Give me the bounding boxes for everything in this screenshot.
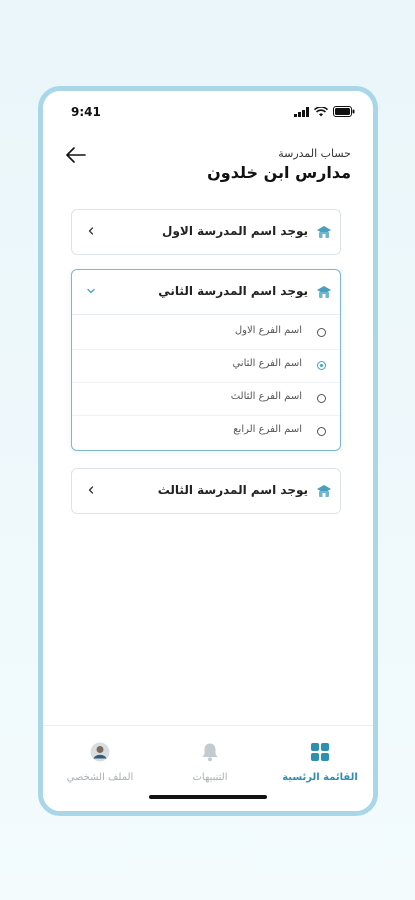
branch-option-2[interactable]: اسم الفرع الثاني bbox=[72, 349, 340, 382]
chevron-left-icon bbox=[88, 227, 94, 235]
status-bar: 9:41 bbox=[43, 101, 373, 121]
bottom-tab-bar: الملف الشخصي التنبيهات القائمة الرئسية bbox=[43, 725, 373, 811]
tab-label: الملف الشخصي bbox=[66, 772, 134, 783]
school-card-header[interactable]: يوجد اسم المدرسة الثاني bbox=[72, 270, 340, 314]
school-name: يوجد اسم المدرسة الثاني bbox=[158, 284, 308, 298]
tab-label: التنبيهات bbox=[192, 772, 228, 783]
branch-list: اسم الفرع الاول اسم الفرع الثاني اسم الف… bbox=[72, 315, 340, 450]
page-header: حساب المدرسة مدارس ابن خلدون bbox=[43, 143, 373, 193]
branch-option-3[interactable]: اسم الفرع الثالث bbox=[72, 382, 340, 415]
school-icon bbox=[317, 485, 331, 497]
avatar-icon bbox=[90, 742, 110, 762]
branch-option-4[interactable]: اسم الفرع الرابع bbox=[72, 415, 340, 448]
school-card-2[interactable]: يوجد اسم المدرسة الثاني اسم الفرع الاول … bbox=[71, 269, 341, 451]
home-indicator bbox=[149, 795, 267, 799]
battery-icon bbox=[333, 106, 355, 117]
branch-label: اسم الفرع الثالث bbox=[230, 391, 302, 402]
page-title: مدارس ابن خلدون bbox=[207, 163, 351, 182]
tab-label: القائمة الرئسية bbox=[282, 772, 358, 783]
branch-label: اسم الفرع الاول bbox=[234, 325, 302, 336]
school-name: يوجد اسم المدرسة الاول bbox=[162, 224, 308, 238]
bell-icon bbox=[202, 743, 218, 762]
school-card-1[interactable]: يوجد اسم المدرسة الاول bbox=[71, 209, 341, 255]
school-card-header[interactable]: يوجد اسم المدرسة الاول bbox=[72, 210, 340, 254]
chevron-left-icon bbox=[88, 486, 94, 494]
school-icon bbox=[317, 226, 331, 238]
chevron-down-icon bbox=[87, 288, 95, 294]
tab-notifications[interactable]: التنبيهات bbox=[165, 742, 255, 783]
radio-button[interactable] bbox=[317, 427, 326, 436]
arrow-left-icon[interactable] bbox=[65, 145, 87, 165]
branch-option-1[interactable]: اسم الفرع الاول bbox=[72, 317, 340, 349]
radio-button[interactable] bbox=[317, 328, 326, 337]
school-name: يوجد اسم المدرسة الثالث bbox=[157, 483, 308, 497]
status-icons bbox=[294, 106, 355, 117]
tab-profile[interactable]: الملف الشخصي bbox=[55, 742, 145, 783]
radio-button-selected[interactable] bbox=[317, 361, 326, 370]
page-subtitle: حساب المدرسة bbox=[278, 147, 351, 160]
grid-icon bbox=[311, 743, 329, 761]
school-card-3[interactable]: يوجد اسم المدرسة الثالث bbox=[71, 468, 341, 514]
phone-frame: 9:41 حساب المدرسة مدارس ابن خلدون يوجد ا… bbox=[38, 86, 378, 816]
signal-icon bbox=[294, 106, 309, 117]
school-card-header[interactable]: يوجد اسم المدرسة الثالث bbox=[72, 469, 340, 513]
branch-label: اسم الفرع الرابع bbox=[233, 424, 302, 435]
radio-button[interactable] bbox=[317, 394, 326, 403]
school-icon bbox=[317, 286, 331, 298]
tab-home[interactable]: القائمة الرئسية bbox=[275, 742, 365, 783]
wifi-icon bbox=[314, 106, 328, 116]
status-time: 9:41 bbox=[71, 105, 101, 119]
branch-label: اسم الفرع الثاني bbox=[232, 358, 302, 369]
